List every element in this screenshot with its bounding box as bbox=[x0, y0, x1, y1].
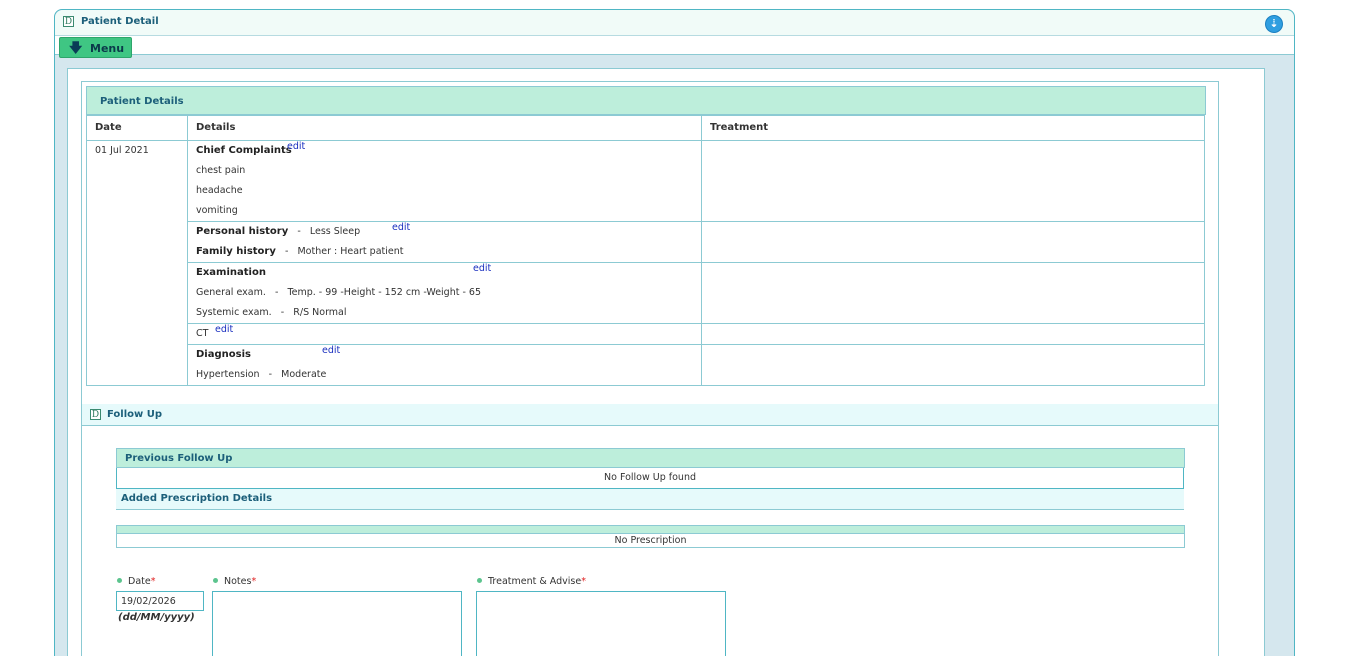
systemic-exam-value: R/S Normal bbox=[293, 307, 347, 318]
prescription-table-header bbox=[116, 525, 1185, 534]
bullet-icon bbox=[117, 578, 122, 583]
diagnosis-cell: Diagnosis edit Hypertension - Moderate bbox=[187, 344, 702, 386]
d-icon: D bbox=[90, 409, 101, 420]
col-details: Details bbox=[187, 115, 702, 141]
follow-up-header: D Follow Up bbox=[82, 404, 1218, 426]
previous-follow-up-title: Previous Follow Up bbox=[125, 453, 233, 464]
ct-cell: CT edit bbox=[187, 323, 702, 345]
complaint-item: headache bbox=[196, 185, 243, 196]
separator: - bbox=[280, 307, 285, 318]
treatment-textarea[interactable] bbox=[476, 591, 726, 656]
date-format-hint: (dd/MM/yyyy) bbox=[118, 612, 195, 623]
menu-bar: 🡇 Menu bbox=[55, 36, 1294, 58]
personal-history-value: Less Sleep bbox=[309, 226, 361, 237]
table-row: Examination edit General exam. - Temp. -… bbox=[87, 262, 1205, 324]
treatment-cell bbox=[701, 344, 1205, 386]
treatment-cell bbox=[701, 221, 1205, 263]
systemic-exam-label: Systemic exam. bbox=[196, 307, 272, 318]
menu-label: Menu bbox=[90, 42, 125, 55]
examination-label: Examination bbox=[196, 267, 266, 278]
window-titlebar: D Patient Detail ⇣ bbox=[55, 10, 1294, 36]
notes-field-label: Notes* bbox=[213, 576, 256, 587]
table-row: Diagnosis edit Hypertension - Moderate bbox=[87, 344, 1205, 386]
family-history-label: Family history bbox=[196, 246, 276, 257]
diagnosis-name: Hypertension bbox=[196, 369, 260, 380]
edit-ct-link[interactable]: edit bbox=[215, 320, 233, 340]
arrow-down-icon: 🡇 bbox=[69, 41, 83, 56]
general-exam-value: Temp. - 99 -Height - 152 cm -Weight - 65 bbox=[287, 287, 482, 298]
separator: - bbox=[274, 287, 279, 298]
required-mark: * bbox=[150, 576, 156, 587]
table-row: CT edit bbox=[87, 323, 1205, 345]
required-mark: * bbox=[251, 576, 257, 587]
previous-follow-up-empty: No Follow Up found bbox=[116, 468, 1184, 489]
edit-examination-link[interactable]: edit bbox=[473, 259, 491, 279]
chief-complaints-label: Chief Complaints bbox=[196, 145, 292, 156]
visit-date-text: 01 Jul 2021 bbox=[95, 145, 149, 156]
date-field-label: Date* bbox=[117, 576, 155, 587]
col-treatment: Treatment bbox=[701, 115, 1205, 141]
family-history-value: Mother : Heart patient bbox=[297, 246, 404, 257]
treatment-label-text: Treatment & Advise bbox=[488, 576, 582, 587]
diagnosis-label: Diagnosis bbox=[196, 349, 251, 360]
added-prescription-title: Added Prescription Details bbox=[121, 493, 273, 504]
download-circle-icon[interactable]: ⇣ bbox=[1265, 15, 1283, 33]
content-box: Patient Details Date Details Treatment 0… bbox=[81, 81, 1219, 656]
treatment-cell bbox=[701, 262, 1205, 324]
treatment-cell bbox=[701, 140, 1205, 222]
table-header-row: Date Details Treatment bbox=[86, 115, 1205, 141]
col-date: Date bbox=[86, 115, 188, 141]
personal-history-label: Personal history bbox=[196, 226, 289, 237]
previous-follow-up-header: Previous Follow Up bbox=[116, 448, 1185, 468]
follow-up-title: Follow Up bbox=[107, 409, 163, 420]
general-exam-label: General exam. bbox=[196, 287, 266, 298]
d-icon: D bbox=[63, 16, 74, 27]
notes-textarea[interactable] bbox=[212, 591, 462, 656]
complaint-item: vomiting bbox=[196, 205, 238, 216]
history-cell: Personal history - Less Sleep edit Famil… bbox=[187, 221, 702, 263]
separator: - bbox=[297, 226, 301, 237]
added-prescription-header: Added Prescription Details bbox=[116, 489, 1184, 510]
chief-complaints-cell: Chief Complaints edit chest pain headach… bbox=[187, 140, 702, 222]
treatment-field-label: Treatment & Advise* bbox=[477, 576, 586, 587]
patient-details-table: Date Details Treatment 01 Jul 2021 Chief… bbox=[86, 115, 1205, 386]
date-input[interactable] bbox=[116, 591, 204, 611]
menu-button[interactable]: 🡇 Menu bbox=[59, 37, 132, 58]
window-title: Patient Detail bbox=[81, 16, 159, 27]
treatment-cell bbox=[701, 323, 1205, 345]
prescription-empty: No Prescription bbox=[116, 534, 1185, 548]
edit-diagnosis-link[interactable]: edit bbox=[322, 341, 340, 361]
patient-details-title: Patient Details bbox=[100, 96, 184, 107]
complaint-item: chest pain bbox=[196, 165, 246, 176]
visit-date: 01 Jul 2021 bbox=[86, 140, 188, 386]
table-row: Personal history - Less Sleep edit Famil… bbox=[87, 221, 1205, 263]
patient-detail-window: D Patient Detail ⇣ 🡇 Menu Patient Detail… bbox=[54, 9, 1295, 656]
patient-details-header: Patient Details bbox=[86, 86, 1206, 115]
inner-panel: Patient Details Date Details Treatment 0… bbox=[67, 68, 1265, 656]
separator: - bbox=[284, 246, 289, 257]
diagnosis-severity: Moderate bbox=[281, 369, 327, 380]
table-row: 01 Jul 2021 Chief Complaints edit chest … bbox=[86, 140, 1205, 386]
date-label-text: Date bbox=[128, 576, 151, 587]
required-mark: * bbox=[581, 576, 586, 587]
notes-label-text: Notes bbox=[224, 576, 252, 587]
examination-cell: Examination edit General exam. - Temp. -… bbox=[187, 262, 702, 324]
bullet-icon bbox=[213, 578, 218, 583]
edit-history-link[interactable]: edit bbox=[392, 218, 410, 238]
separator: - bbox=[268, 369, 273, 380]
bullet-icon bbox=[477, 578, 482, 583]
edit-chief-complaints-link[interactable]: edit bbox=[287, 137, 305, 157]
ct-label: CT bbox=[196, 328, 209, 339]
